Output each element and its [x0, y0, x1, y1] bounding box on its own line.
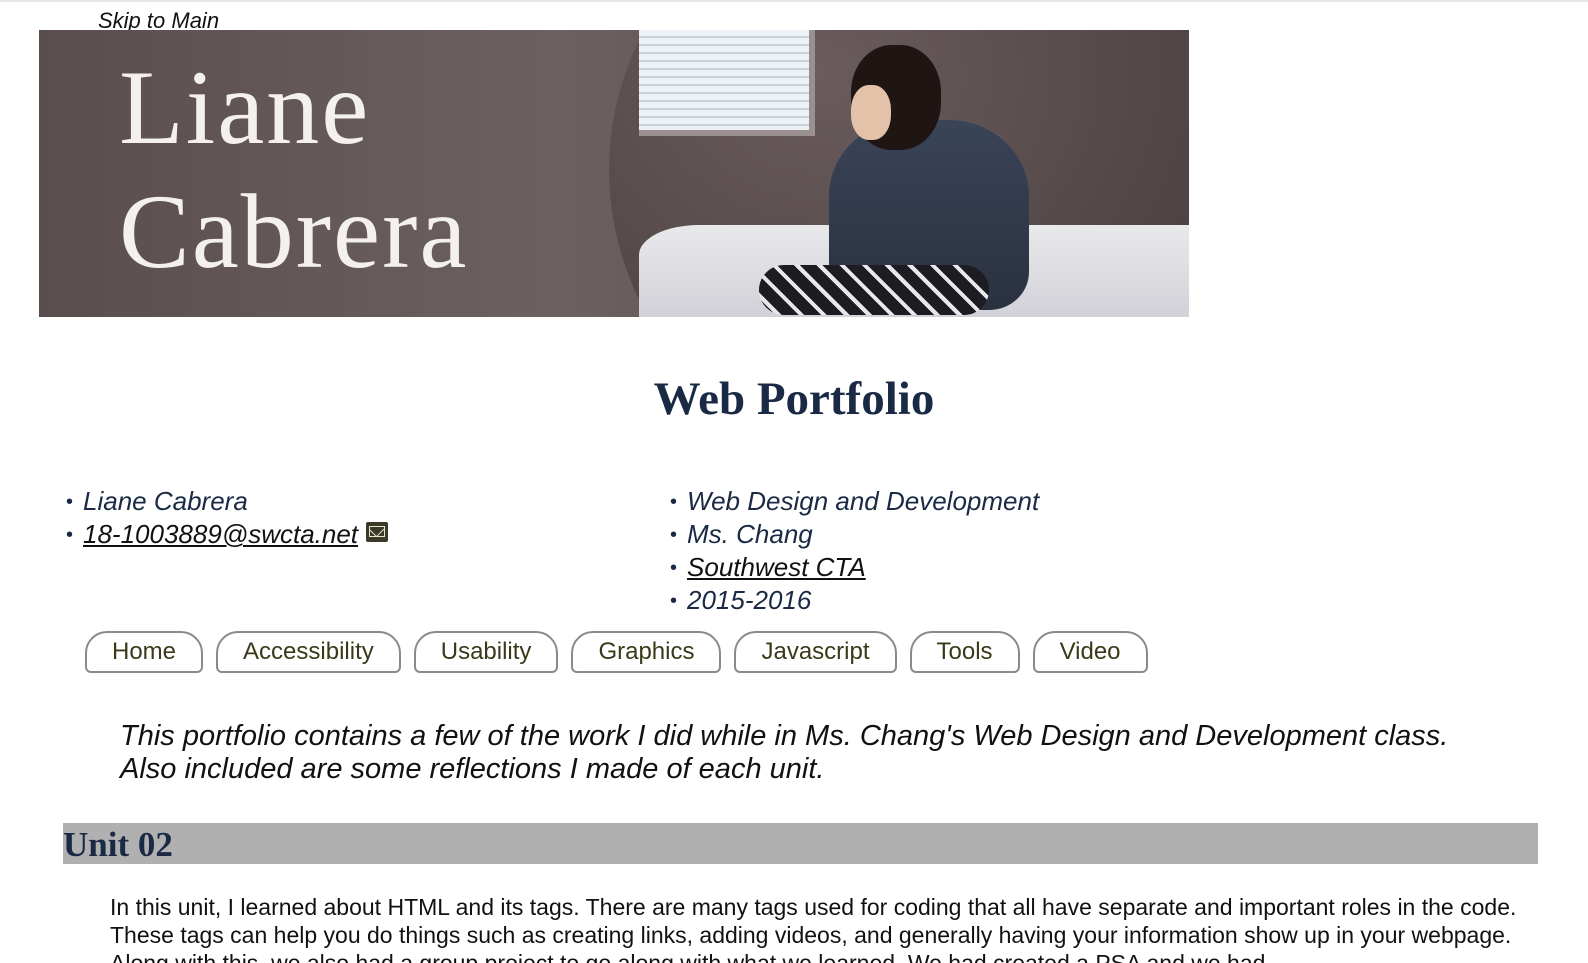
nav-accessibility[interactable]: Accessibility [216, 631, 401, 673]
course-title: Web Design and Development [670, 486, 1039, 519]
unit-title: Unit 02 [63, 825, 173, 864]
mail-icon[interactable] [366, 522, 389, 543]
student-name: Liane Cabrera [66, 486, 388, 519]
nav-javascript[interactable]: Javascript [734, 631, 897, 673]
student-email-item: 18-1003889@swcta.net [66, 519, 389, 552]
course-teacher: Ms. Chang [670, 519, 1039, 552]
student-info-list: Liane Cabrera 18-1003889@swcta.net [66, 486, 389, 552]
top-border [0, 0, 1588, 2]
course-school-item: Southwest CTA [670, 552, 1039, 585]
nav-home[interactable]: Home [85, 631, 204, 673]
main-nav: Home Accessibility Usability Graphics Ja… [85, 631, 1148, 673]
banner-name: Liane Cabrera [119, 46, 468, 294]
course-year: 2015-2016 [670, 585, 1039, 618]
page-title: Web Portfolio [653, 373, 935, 425]
banner-name-first: Liane [119, 49, 371, 166]
banner-person-face [851, 85, 891, 140]
intro-text: This portfolio contains a few of the wor… [120, 720, 1540, 786]
unit-heading-bar [63, 823, 1538, 864]
header-banner: Liane Cabrera [39, 30, 1189, 317]
intro-line-2: Also included are some reflections I mad… [120, 753, 825, 785]
banner-person-legs [759, 265, 989, 315]
intro-line-1: This portfolio contains a few of the wor… [120, 720, 1449, 752]
nav-video[interactable]: Video [1032, 631, 1148, 673]
banner-window [639, 30, 815, 136]
unit-text: In this unit, I learned about HTML and i… [110, 894, 1517, 963]
nav-usability[interactable]: Usability [413, 631, 559, 673]
banner-name-last: Cabrera [119, 173, 469, 290]
nav-tools[interactable]: Tools [909, 631, 1020, 673]
course-info-list: Web Design and Development Ms. Chang Sou… [670, 486, 1039, 618]
school-link[interactable]: Southwest CTA [687, 552, 866, 582]
student-email-link[interactable]: 18-1003889@swcta.net [83, 519, 358, 549]
nav-graphics[interactable]: Graphics [571, 631, 722, 673]
